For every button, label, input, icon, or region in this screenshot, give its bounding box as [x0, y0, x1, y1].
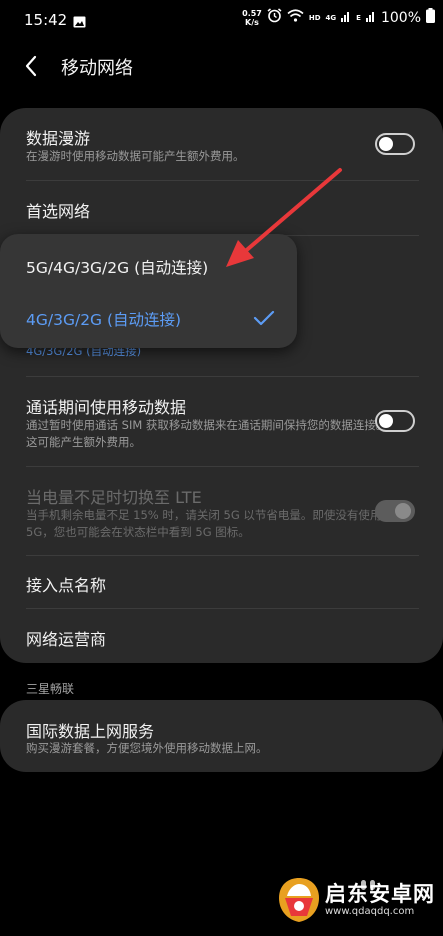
- option-5g-auto[interactable]: 5G/4G/3G/2G (自动连接): [0, 240, 297, 292]
- signal-icon-1: [341, 9, 351, 26]
- lte-switch-desc: 当手机剩余电量不足 15% 时，请关闭 5G 以节省电量。即使没有使用 5G，您…: [26, 508, 382, 539]
- apn-row[interactable]: 接入点名称: [0, 556, 443, 608]
- network-type-4g: 4G: [325, 13, 337, 22]
- back-button[interactable]: [20, 52, 44, 80]
- chevron-left-icon: [25, 55, 37, 77]
- watermark-url: www.qdaqdq.com: [325, 906, 415, 917]
- option-4g-label: 4G/3G/2G (自动连接): [26, 311, 182, 329]
- intl-data-desc: 购买漫游套餐，方便您境外使用移动数据上网。: [26, 741, 268, 755]
- image-notification-icon: [73, 13, 86, 32]
- network-mode-popup: 5G/4G/3G/2G (自动连接) 4G/3G/2G (自动连接): [0, 234, 297, 348]
- status-icons: 0.57 K/s HD 4G E 100%: [242, 8, 435, 27]
- battery-icon: [426, 8, 435, 27]
- battery-percent: 100%: [380, 9, 421, 26]
- status-bar: 15:42 0.57 K/s HD 4G E 100%: [0, 0, 443, 40]
- apn-label: 接入点名称: [26, 576, 107, 595]
- watermark-name: 启东安卓网: [325, 882, 435, 906]
- app-header: 移动网络: [0, 40, 443, 92]
- lte-switch-row: 当电量不足时切换至 LTE 当手机剩余电量不足 15% 时，请关闭 5G 以节省…: [0, 467, 443, 555]
- lte-switch-label: 当电量不足时切换至 LTE: [26, 488, 202, 507]
- data-roaming-toggle[interactable]: [375, 133, 415, 155]
- network-speed: 0.57 K/s: [242, 9, 262, 27]
- call-data-row[interactable]: 通话期间使用移动数据 通过暂时使用通话 SIM 获取移动数据来在通话期间保持您的…: [0, 377, 443, 465]
- call-data-label: 通话期间使用移动数据: [26, 398, 187, 417]
- lte-switch-toggle: [375, 500, 415, 522]
- preferred-network-label: 首选网络: [26, 202, 91, 221]
- network-operators-label: 网络运营商: [26, 630, 107, 649]
- signal-icon-2: [365, 9, 376, 26]
- data-roaming-row[interactable]: 数据漫游 在漫游时使用移动数据可能产生额外费用。: [0, 108, 443, 180]
- watermark: 启东安卓网 www.qdaqdq.com: [277, 876, 435, 924]
- speed-value: 0.57: [242, 8, 262, 18]
- settings-card: 数据漫游 在漫游时使用移动数据可能产生额外费用。 首选网络 4G/3G/2G (…: [0, 108, 443, 663]
- data-roaming-desc: 在漫游时使用移动数据可能产生额外费用。: [26, 149, 245, 163]
- wifi-icon: [287, 9, 304, 26]
- section-header-samsung: 三星畅联: [26, 682, 75, 696]
- option-5g-label: 5G/4G/3G/2G (自动连接): [26, 259, 209, 277]
- intl-data-row[interactable]: 国际数据上网服务 购买漫游套餐，方便您境外使用移动数据上网。: [0, 700, 443, 772]
- speed-unit: K/s: [245, 17, 259, 27]
- preferred-network-row[interactable]: 首选网络: [0, 181, 443, 235]
- watermark-logo-icon: [279, 878, 319, 922]
- call-data-desc: 通过暂时使用通话 SIM 获取移动数据来在通话期间保持您的数据连接。 这可能产生…: [26, 418, 388, 449]
- option-4g-auto[interactable]: 4G/3G/2G (自动连接): [0, 292, 297, 344]
- network-operators-row[interactable]: 网络运营商: [0, 609, 443, 663]
- page-title: 移动网络: [61, 58, 133, 79]
- hd-indicator: HD: [308, 13, 321, 22]
- data-roaming-label: 数据漫游: [26, 129, 91, 148]
- intl-data-card: 国际数据上网服务 购买漫游套餐，方便您境外使用移动数据上网。: [0, 700, 443, 772]
- status-time: 15:42: [24, 11, 68, 29]
- intl-data-label: 国际数据上网服务: [26, 722, 155, 741]
- checkmark-icon: [253, 310, 275, 326]
- alarm-icon: [267, 8, 282, 27]
- call-data-toggle[interactable]: [375, 410, 415, 432]
- network-type-e: E: [356, 13, 361, 22]
